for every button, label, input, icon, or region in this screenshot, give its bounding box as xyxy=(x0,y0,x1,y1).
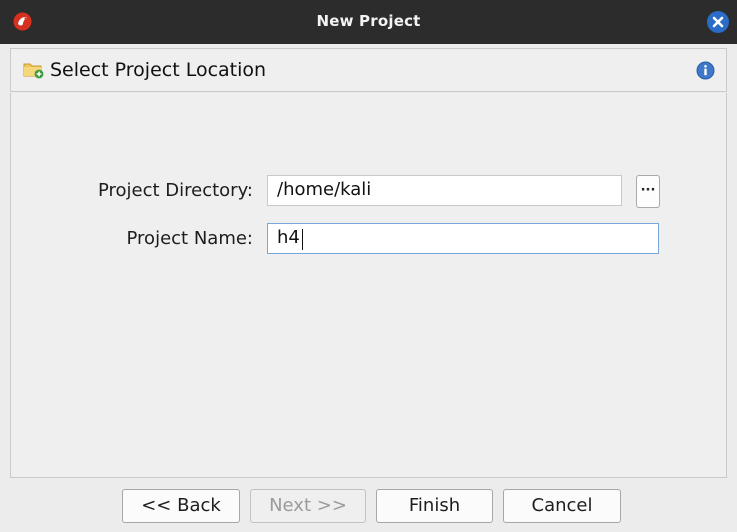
project-directory-field[interactable]: /home/kali xyxy=(267,175,622,206)
new-folder-icon xyxy=(23,63,44,79)
project-name-value: h4 xyxy=(277,227,300,248)
page-title: Select Project Location xyxy=(50,59,267,81)
project-directory-label: Project Directory: xyxy=(97,180,253,201)
project-directory-value: /home/kali xyxy=(277,179,372,200)
close-icon xyxy=(712,16,724,28)
title-bar[interactable]: New Project xyxy=(0,0,737,44)
project-name-label: Project Name: xyxy=(126,228,253,249)
browse-directory-button[interactable]: ··· xyxy=(636,175,660,208)
info-icon[interactable] xyxy=(696,61,715,80)
close-button[interactable] xyxy=(707,11,729,33)
project-name-field[interactable]: h4 xyxy=(267,223,659,254)
text-caret xyxy=(302,229,303,250)
cancel-button[interactable]: Cancel xyxy=(503,489,621,523)
new-project-dialog: New Project Select Project Location Proj… xyxy=(0,0,737,532)
wizard-header: Select Project Location xyxy=(10,48,727,92)
back-button[interactable]: << Back xyxy=(122,489,240,523)
window-title: New Project xyxy=(316,12,421,30)
form-panel xyxy=(10,93,727,477)
next-button[interactable]: Next >> xyxy=(250,489,366,523)
finish-button[interactable]: Finish xyxy=(376,489,493,523)
